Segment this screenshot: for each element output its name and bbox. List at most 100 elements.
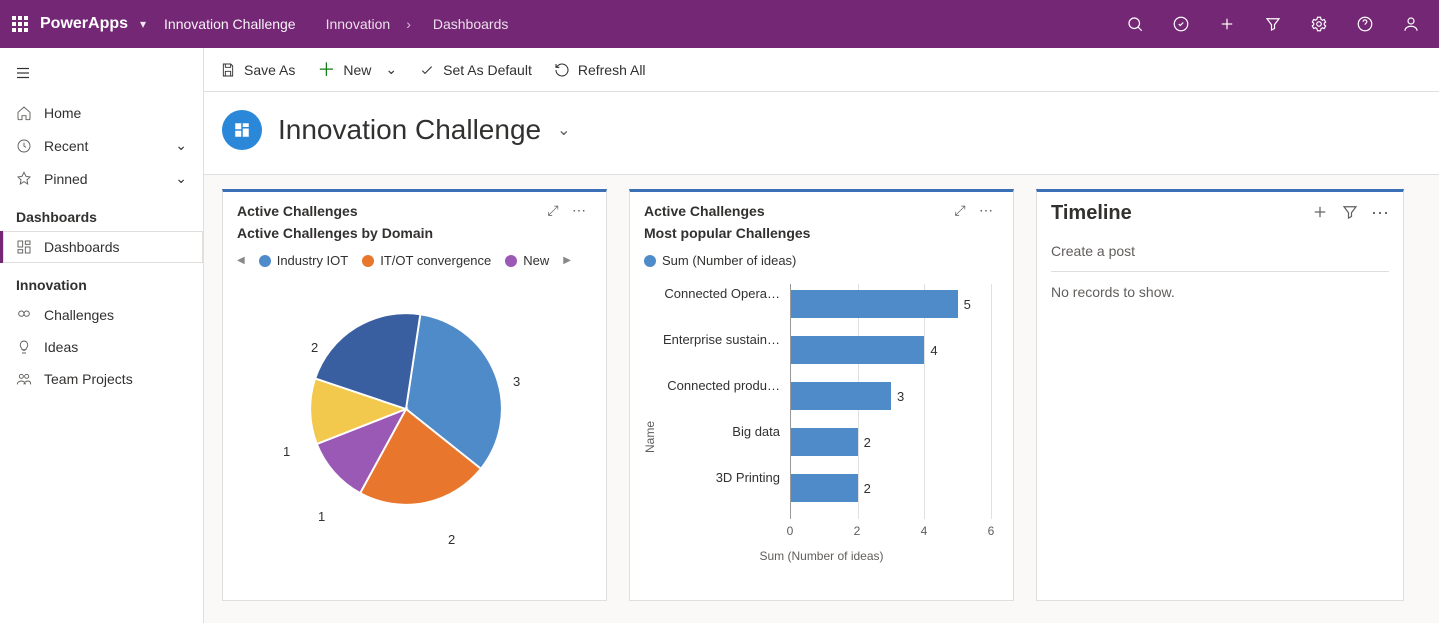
sidebar-item-label: Dashboards [44, 239, 120, 255]
breadcrumb-page[interactable]: Dashboards [433, 16, 509, 32]
content-area: Save As ＋ New ⌄ Set As Default Refresh A… [204, 48, 1439, 623]
dashboard-badge-icon [222, 110, 262, 150]
add-icon[interactable] [1311, 203, 1329, 224]
set-default-button[interactable]: Set As Default [419, 62, 532, 78]
legend-next-icon[interactable]: ▶ [563, 255, 571, 266]
sidebar-item-home[interactable]: Home [0, 97, 203, 129]
search-icon[interactable] [1119, 8, 1151, 40]
bar-chart[interactable]: Name Connected Opera…Enterprise sustain…… [630, 274, 1013, 600]
bar-rect[interactable] [791, 290, 958, 318]
legend-item[interactable]: IT/OT convergence [362, 253, 491, 268]
expand-icon[interactable]: ⤢ [540, 202, 566, 219]
new-button[interactable]: ＋ New ⌄ [317, 61, 397, 79]
breadcrumb-app[interactable]: Innovation Challenge [164, 16, 296, 32]
bar-category-label: Connected Opera… [640, 286, 780, 301]
legend-prev-icon[interactable]: ◀ [237, 255, 245, 266]
plus-icon: ＋ [317, 61, 335, 79]
legend-label: Industry IOT [277, 253, 349, 268]
bar-category-label: 3D Printing [640, 470, 780, 485]
pie-value-label: 3 [513, 374, 520, 389]
bar-value-label: 5 [964, 297, 971, 312]
sidebar-item-label: Challenges [44, 307, 114, 323]
bar-value-label: 3 [897, 389, 904, 404]
sidebar-item-challenges[interactable]: Challenges [0, 299, 203, 331]
bar-rect[interactable] [791, 474, 858, 502]
bar-category-label: Connected produ… [640, 378, 780, 393]
bar-category-label: Big data [640, 424, 780, 439]
chevron-down-icon: ⌄ [175, 137, 187, 154]
pie-value-label: 1 [283, 444, 290, 459]
legend-label: Sum (Number of ideas) [662, 253, 796, 268]
more-icon[interactable]: ⋯ [1371, 203, 1389, 224]
cmd-label: Save As [244, 62, 295, 78]
x-tick: 0 [787, 524, 794, 538]
sidebar-item-team-projects[interactable]: Team Projects [0, 363, 203, 395]
timeline-create-post[interactable]: Create a post [1051, 233, 1389, 272]
brand-name[interactable]: PowerApps [40, 15, 128, 33]
x-tick: 4 [921, 524, 928, 538]
legend-label: New [523, 253, 549, 268]
bar-xlabel: Sum (Number of ideas) [630, 549, 1013, 563]
x-tick: 6 [988, 524, 995, 538]
bar-value-label: 2 [864, 481, 871, 496]
card-active-challenges-pie: Active Challenges ⤢ ⋯ Active Challenges … [222, 189, 607, 601]
sidebar-item-ideas[interactable]: Ideas [0, 331, 203, 363]
bar-rect[interactable] [791, 336, 924, 364]
add-icon[interactable] [1211, 8, 1243, 40]
hamburger-icon[interactable] [0, 56, 203, 97]
sidebar-item-label: Pinned [44, 171, 163, 187]
legend-item[interactable]: New [505, 253, 549, 268]
help-icon[interactable] [1349, 8, 1381, 40]
more-icon[interactable]: ⋯ [566, 202, 592, 219]
filter-icon[interactable] [1257, 8, 1289, 40]
x-tick: 2 [854, 524, 861, 538]
chevron-down-icon: ⌄ [175, 170, 187, 187]
cmd-label: Set As Default [443, 62, 532, 78]
chevron-down-icon[interactable]: ⌄ [385, 61, 397, 78]
pie-value-label: 1 [318, 509, 325, 524]
card-title: Active Challenges [644, 203, 947, 219]
sidebar-section-innovation: Innovation [0, 263, 203, 299]
account-icon[interactable] [1395, 8, 1427, 40]
cmd-label: Refresh All [578, 62, 646, 78]
breadcrumb-separator-icon: › [406, 16, 411, 32]
legend-item: Sum (Number of ideas) [644, 253, 796, 268]
refresh-button[interactable]: Refresh All [554, 62, 646, 78]
sidebar-item-label: Team Projects [44, 371, 133, 387]
pie-chart[interactable]: 3 2 1 1 2 [223, 274, 606, 600]
sidebar-item-pinned[interactable]: Pinned ⌄ [0, 162, 203, 195]
card-active-challenges-bar: Active Challenges ⤢ ⋯ Most popular Chall… [629, 189, 1014, 601]
legend-label: IT/OT convergence [380, 253, 491, 268]
card-subtitle: Most popular Challenges [630, 223, 1013, 251]
sidebar-item-recent[interactable]: Recent ⌄ [0, 129, 203, 162]
bar-rect[interactable] [791, 382, 891, 410]
chevron-down-icon[interactable]: ▾ [140, 17, 146, 31]
pie-legend: ◀ Industry IOT IT/OT convergence New ▶ [223, 251, 606, 274]
sidebar-item-dashboards[interactable]: Dashboards [0, 231, 203, 263]
command-bar: Save As ＋ New ⌄ Set As Default Refresh A… [204, 48, 1439, 92]
global-header: PowerApps ▾ Innovation Challenge Innovat… [0, 0, 1439, 48]
legend-item[interactable]: Industry IOT [259, 253, 349, 268]
card-subtitle: Active Challenges by Domain [223, 223, 606, 251]
bar-legend: Sum (Number of ideas) [630, 251, 1013, 274]
sidebar-item-label: Home [44, 105, 81, 121]
pie-value-label: 2 [448, 532, 455, 547]
bar-value-label: 2 [864, 435, 871, 450]
bar-rect[interactable] [791, 428, 858, 456]
more-icon[interactable]: ⋯ [973, 202, 999, 219]
saveas-button[interactable]: Save As [220, 62, 295, 78]
expand-icon[interactable]: ⤢ [947, 202, 973, 219]
card-title: Active Challenges [237, 203, 540, 219]
bar-value-label: 4 [930, 343, 937, 358]
breadcrumb-area[interactable]: Innovation [326, 16, 391, 32]
page-header: Innovation Challenge ⌄ [204, 92, 1439, 175]
filter-icon[interactable] [1341, 203, 1359, 224]
cmd-label: New [343, 62, 371, 78]
chevron-down-icon[interactable]: ⌄ [557, 120, 570, 140]
task-icon[interactable] [1165, 8, 1197, 40]
header-actions [1119, 8, 1427, 40]
settings-icon[interactable] [1303, 8, 1335, 40]
card-timeline: Timeline ⋯ Create a post No records to s… [1036, 189, 1404, 601]
app-launcher-icon[interactable] [12, 16, 28, 32]
sidebar: Home Recent ⌄ Pinned ⌄ Dashboards Dashbo… [0, 48, 204, 623]
